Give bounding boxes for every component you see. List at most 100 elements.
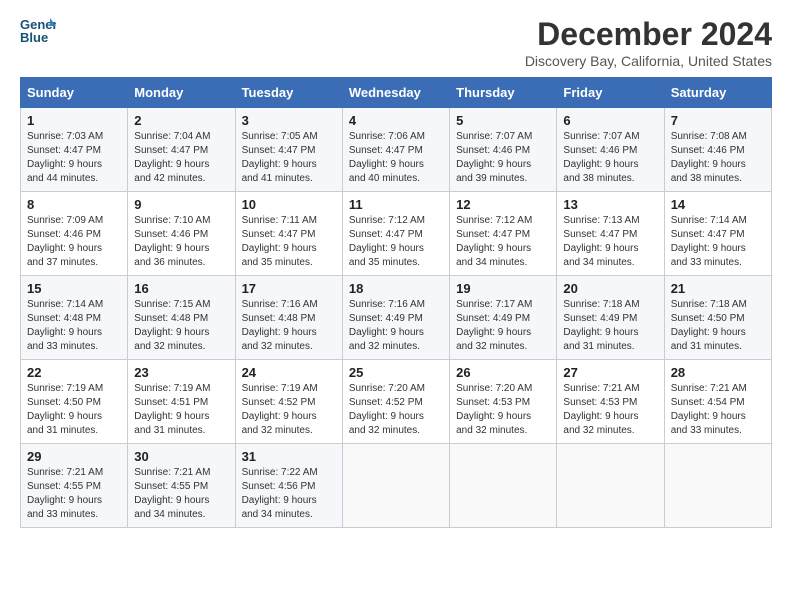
daylight-text: Daylight: 9 hours and 33 minutes.: [27, 495, 102, 520]
day-info: Sunrise: 7:12 AMSunset: 4:47 PMDaylight:…: [456, 214, 550, 270]
sunset-text: Sunset: 4:53 PM: [563, 397, 637, 408]
day-number: 22: [27, 365, 121, 380]
calendar-cell: 9 Sunrise: 7:10 AM Sunset: 4:46 PM Daylight…: [128, 192, 235, 276]
calendar-cell: 16 Sunrise: 7:15 AMSunset: 4:48 PMDayligh…: [128, 276, 235, 360]
day-number: 20: [563, 281, 657, 296]
calendar-cell: 25Sunrise: 7:20 AMSunset: 4:52 PMDayligh…: [342, 360, 449, 444]
sunset-text: Sunset: 4:49 PM: [349, 313, 423, 324]
sunset-text: Sunset: 4:47 PM: [27, 145, 101, 156]
day-info: Sunrise: 7:08 AMSunset: 4:46 PMDaylight:…: [671, 130, 765, 186]
day-info: Sunrise: 7:19 AMSunset: 4:52 PMDaylight:…: [242, 382, 336, 438]
daylight-text: Daylight: 9 hours and 33 minutes.: [671, 411, 746, 436]
day-info: Sunrise: 7:18 AMSunset: 4:50 PMDaylight:…: [671, 298, 765, 354]
week-row-5: 29Sunrise: 7:21 AMSunset: 4:55 PMDayligh…: [21, 444, 772, 528]
calendar-cell: [342, 444, 449, 528]
daylight-text: Daylight: 9 hours and 34 minutes.: [456, 243, 531, 268]
day-number: 19: [456, 281, 550, 296]
col-header-wednesday: Wednesday: [342, 78, 449, 108]
day-number: 9: [134, 197, 228, 212]
sunrise-text: Sunrise: 7:20 AM: [349, 383, 425, 394]
day-number: 16: [134, 281, 228, 296]
sunset-text: Sunset: 4:49 PM: [563, 313, 637, 324]
day-number: 7: [671, 113, 765, 128]
calendar-cell: 3Sunrise: 7:05 AMSunset: 4:47 PMDaylight…: [235, 108, 342, 192]
day-info: Sunrise: 7:10 AM Sunset: 4:46 PM Daylight:…: [134, 214, 228, 270]
sunrise-text: Sunrise: 7:08 AM: [671, 131, 747, 142]
sunset-text: Sunset: 4:47 PM: [563, 229, 637, 240]
day-info: Sunrise: 7:13 AMSunset: 4:47 PMDaylight:…: [563, 214, 657, 270]
sunset-text: Sunset: 4:55 PM: [134, 481, 208, 492]
daylight-text: Daylight: 9 hours and 36 minutes.: [134, 243, 209, 268]
sunrise-text: Sunrise: 7:07 AM: [456, 131, 532, 142]
sunrise-text: Sunrise: 7:22 AM: [242, 467, 318, 478]
day-number: 6: [563, 113, 657, 128]
day-info: Sunrise: 7:21 AM Sunset: 4:53 PM Daylight:…: [563, 382, 657, 438]
daylight-text: Daylight: 9 hours and 41 minutes.: [242, 159, 317, 184]
sunrise-text: Sunrise: 7:21 AM: [134, 467, 210, 478]
calendar-title: December 2024: [525, 16, 772, 53]
calendar-cell: 10Sunrise: 7:11 AMSunset: 4:47 PMDayligh…: [235, 192, 342, 276]
calendar-cell: 1Sunrise: 7:03 AMSunset: 4:47 PMDaylight…: [21, 108, 128, 192]
calendar-cell: 2Sunrise: 7:04 AMSunset: 4:47 PMDaylight…: [128, 108, 235, 192]
calendar-cell: 8Sunrise: 7:09 AMSunset: 4:46 PMDaylight…: [21, 192, 128, 276]
day-number: 10: [242, 197, 336, 212]
calendar-cell: 21Sunrise: 7:18 AMSunset: 4:50 PMDayligh…: [664, 276, 771, 360]
sunset-text: Sunset: 4:46 PM: [456, 145, 530, 156]
sunrise-text: Sunrise: 7:14 AM: [27, 299, 103, 310]
calendar-cell: 11Sunrise: 7:12 AMSunset: 4:47 PMDayligh…: [342, 192, 449, 276]
sunrise-text: Sunrise: 7:21 AM: [563, 383, 639, 394]
day-info: Sunrise: 7:14 AMSunset: 4:47 PMDaylight:…: [671, 214, 765, 270]
calendar-table: SundayMondayTuesdayWednesdayThursdayFrid…: [20, 77, 772, 528]
calendar-cell: [664, 444, 771, 528]
sunrise-text: Sunrise: 7:10 AM: [134, 215, 210, 226]
daylight-text: Daylight: 9 hours and 42 minutes.: [134, 159, 209, 184]
sunrise-text: Sunrise: 7:16 AM: [242, 299, 318, 310]
calendar-cell: 12Sunrise: 7:12 AMSunset: 4:47 PMDayligh…: [450, 192, 557, 276]
daylight-text: Daylight: 9 hours and 32 minutes.: [349, 411, 424, 436]
calendar-cell: 15Sunrise: 7:14 AMSunset: 4:48 PMDayligh…: [21, 276, 128, 360]
sunset-text: Sunset: 4:54 PM: [671, 397, 745, 408]
daylight-text: Daylight: 9 hours and 32 minutes.: [456, 327, 531, 352]
sunset-text: Sunset: 4:46 PM: [563, 145, 637, 156]
day-info: Sunrise: 7:17 AMSunset: 4:49 PMDaylight:…: [456, 298, 550, 354]
daylight-text: Daylight: 9 hours and 44 minutes.: [27, 159, 102, 184]
sunrise-text: Sunrise: 7:04 AM: [134, 131, 210, 142]
calendar-header: SundayMondayTuesdayWednesdayThursdayFrid…: [21, 78, 772, 108]
sunrise-text: Sunrise: 7:21 AM: [27, 467, 103, 478]
daylight-text: Daylight: 9 hours and 32 minutes.: [563, 411, 638, 436]
day-info: Sunrise: 7:20 AMSunset: 4:53 PMDaylight:…: [456, 382, 550, 438]
day-number: 8: [27, 197, 121, 212]
sunrise-text: Sunrise: 7:19 AM: [27, 383, 103, 394]
sunrise-text: Sunrise: 7:09 AM: [27, 215, 103, 226]
day-info: Sunrise: 7:04 AMSunset: 4:47 PMDaylight:…: [134, 130, 228, 186]
daylight-text: Daylight: 9 hours and 40 minutes.: [349, 159, 424, 184]
col-header-friday: Friday: [557, 78, 664, 108]
sunrise-text: Sunrise: 7:19 AM: [134, 383, 210, 394]
sunrise-text: Sunrise: 7:03 AM: [27, 131, 103, 142]
sunset-text: Sunset: 4:47 PM: [349, 229, 423, 240]
day-number: 4: [349, 113, 443, 128]
header: General Blue December 2024 Discovery Bay…: [20, 16, 772, 69]
day-info: Sunrise: 7:14 AMSunset: 4:48 PMDaylight:…: [27, 298, 121, 354]
sunset-text: Sunset: 4:51 PM: [134, 397, 208, 408]
daylight-text: Daylight: 9 hours and 34 minutes.: [242, 495, 317, 520]
day-number: 11: [349, 197, 443, 212]
sunrise-text: Sunrise: 7:07 AM: [563, 131, 639, 142]
day-number: 31: [242, 449, 336, 464]
daylight-text: Daylight: 9 hours and 33 minutes.: [27, 327, 102, 352]
day-info: Sunrise: 7:06 AMSunset: 4:47 PMDaylight:…: [349, 130, 443, 186]
sunset-text: Sunset: 4:46 PM: [134, 229, 208, 240]
calendar-cell: 19 Sunrise: 7:17 AMSunset: 4:49 PMDayligh…: [450, 276, 557, 360]
day-info: Sunrise: 7:15 AMSunset: 4:48 PMDaylight:…: [134, 298, 228, 354]
calendar-subtitle: Discovery Bay, California, United States: [525, 53, 772, 69]
calendar-cell: 20Sunrise: 7:18 AMSunset: 4:49 PMDayligh…: [557, 276, 664, 360]
calendar-cell: 5Sunrise: 7:07 AMSunset: 4:46 PMDaylight…: [450, 108, 557, 192]
calendar-cell: 17Sunrise: 7:16 AMSunset: 4:48 PMDayligh…: [235, 276, 342, 360]
calendar-cell: 13Sunrise: 7:13 AMSunset: 4:47 PMDayligh…: [557, 192, 664, 276]
daylight-text: Daylight: 9 hours and 32 minutes.: [134, 327, 209, 352]
calendar-cell: 28Sunrise: 7:21 AMSunset: 4:54 PMDayligh…: [664, 360, 771, 444]
daylight-text: Daylight: 9 hours and 31 minutes.: [134, 411, 209, 436]
sunset-text: Sunset: 4:47 PM: [671, 229, 745, 240]
day-number: 5: [456, 113, 550, 128]
day-info: Sunrise: 7:19 AMSunset: 4:50 PMDaylight:…: [27, 382, 121, 438]
